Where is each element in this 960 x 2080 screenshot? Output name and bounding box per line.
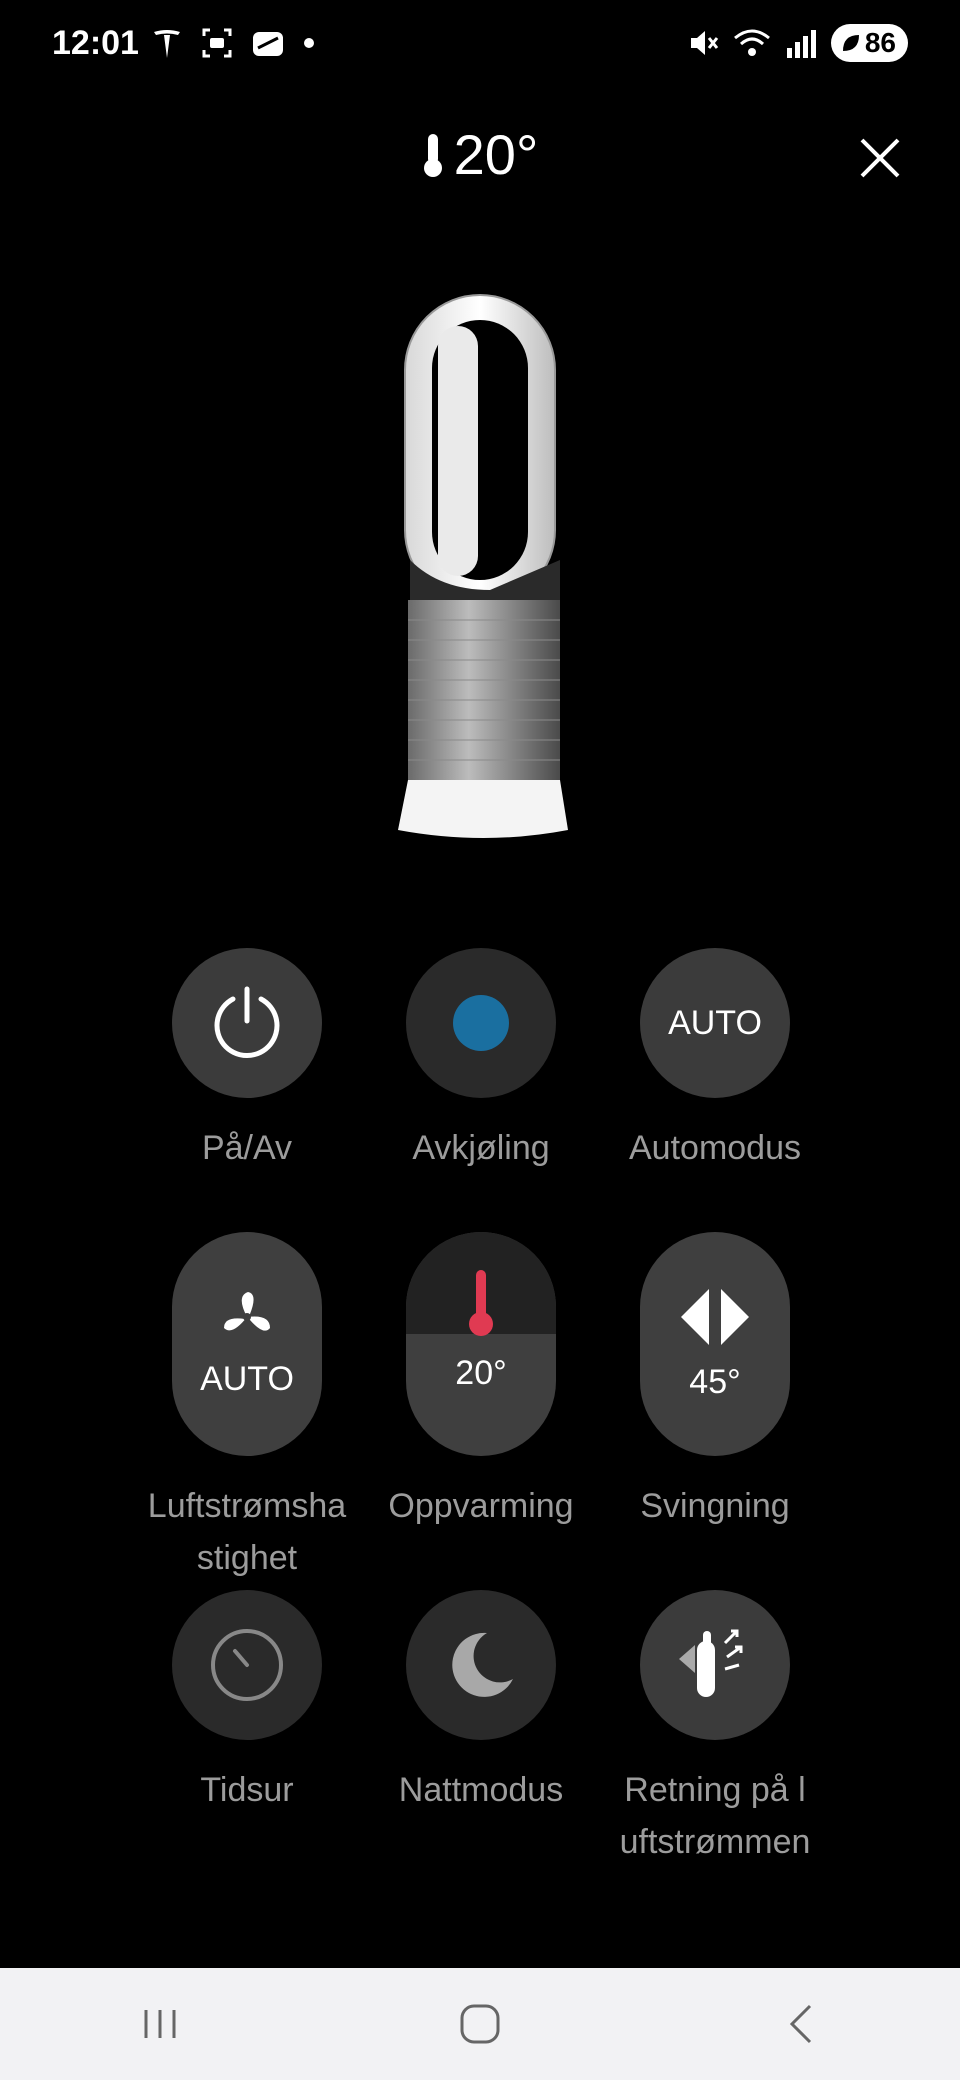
battery-level: 86	[864, 27, 896, 58]
airflow-speed-label-line2: stighet	[196, 1539, 298, 1577]
moon-icon	[452, 1632, 513, 1697]
status-bar: 12:01 86	[0, 0, 960, 90]
control-oscillation: 45° Svingning	[595, 1232, 835, 1532]
airflow-speed-value: AUTO	[200, 1359, 294, 1398]
dot-icon	[304, 38, 314, 48]
control-auto-mode: AUTO Automodus	[595, 948, 835, 1174]
power-label: På/Av	[201, 1129, 293, 1167]
heating-button[interactable]: 20°	[406, 1232, 556, 1456]
night-mode-label: Nattmodus	[398, 1771, 564, 1809]
thermometer-icon	[469, 1269, 493, 1336]
cooling-button[interactable]	[406, 948, 556, 1098]
signal-icon	[786, 30, 816, 58]
airflow-speed-label: Luftstrømsha stighet	[127, 1480, 367, 1584]
timer-button[interactable]	[172, 1590, 322, 1740]
airflow-direction-button[interactable]	[640, 1590, 790, 1740]
power-icon	[214, 986, 280, 1058]
wifi-icon	[733, 29, 770, 56]
auto-mode-label: Automodus	[629, 1129, 801, 1167]
blue-dot-icon	[453, 995, 509, 1051]
control-airflow-direction: Retning på l uftstrømmen	[595, 1590, 835, 1868]
leaf-icon	[842, 35, 859, 51]
control-heating: 20° Oppvarming	[361, 1232, 601, 1532]
control-airflow-speed: AUTO Luftstrømsha stighet	[127, 1232, 367, 1584]
cooling-label: Avkjøling	[412, 1129, 550, 1167]
control-power: På/Av	[127, 948, 367, 1174]
recent-apps-button[interactable]	[80, 1984, 240, 2064]
tesla-icon	[154, 30, 180, 58]
fan-icon	[224, 1291, 270, 1331]
airflow-speed-label-line1: Luftstrømsha	[147, 1487, 347, 1525]
home-icon	[460, 2004, 500, 2044]
control-night-mode: Nattmodus	[361, 1590, 601, 1816]
oscillation-value: 45°	[689, 1362, 741, 1401]
oscillation-icon	[681, 1288, 749, 1345]
product-image	[380, 290, 580, 850]
status-time: 12:01	[52, 24, 139, 62]
oscillation-button[interactable]: 45°	[640, 1232, 790, 1456]
navigation-bar	[0, 1968, 960, 2080]
timer-icon	[211, 1629, 283, 1701]
header-temperature-value: 20°	[453, 123, 539, 186]
recent-apps-icon	[144, 2010, 176, 2038]
header-temperature: 20°	[0, 122, 960, 187]
back-button[interactable]	[720, 1984, 880, 2064]
control-cooling: Avkjøling	[361, 948, 601, 1174]
screenshot-icon	[202, 28, 232, 58]
airflow-speed-button[interactable]: AUTO	[172, 1232, 322, 1456]
back-icon	[789, 2004, 812, 2044]
battery-indicator: 86	[830, 24, 908, 62]
close-button[interactable]	[840, 118, 920, 198]
control-timer: Tidsur	[127, 1590, 367, 1816]
timer-label: Tidsur	[200, 1771, 294, 1809]
app-icon	[253, 32, 283, 56]
heating-label: Oppvarming	[388, 1487, 574, 1525]
close-icon	[860, 138, 900, 178]
airflow-direction-label-line1: Retning på l	[624, 1771, 806, 1809]
airflow-direction-icon	[679, 1629, 743, 1697]
home-button[interactable]	[400, 1984, 560, 2064]
airflow-direction-label-line2: uftstrømmen	[619, 1823, 811, 1861]
night-mode-button[interactable]	[406, 1590, 556, 1740]
auto-mode-value: AUTO	[668, 1003, 762, 1042]
heating-value: 20°	[455, 1353, 507, 1392]
airflow-direction-label: Retning på l uftstrømmen	[595, 1764, 835, 1868]
oscillation-label: Svingning	[640, 1487, 790, 1525]
auto-mode-button[interactable]: AUTO	[640, 948, 790, 1098]
power-button[interactable]	[172, 948, 322, 1098]
mute-icon	[690, 31, 719, 55]
thermometer-icon	[423, 133, 442, 177]
